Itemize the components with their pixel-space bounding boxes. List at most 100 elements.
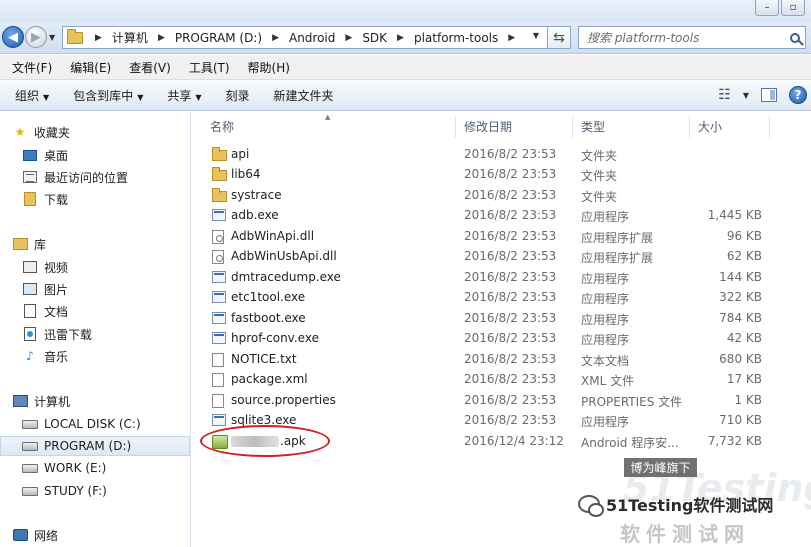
table-row[interactable]: .apk 2016/12/4 23:12 Android 程序安... 7,73… — [192, 432, 811, 452]
properties-file-icon — [212, 394, 224, 408]
menu-help[interactable]: 帮助(H) — [242, 59, 296, 76]
file-extension: .apk — [280, 434, 306, 448]
forward-button[interactable]: ▶ — [25, 26, 47, 48]
sidebar-item-desktop[interactable]: 桌面 — [0, 145, 190, 165]
table-row[interactable]: AdbWinApi.dll 2016/8/2 23:53 应用程序扩展 96 K… — [192, 227, 811, 247]
column-header-size[interactable]: 大小 — [698, 112, 722, 140]
xunlei-download-icon — [24, 327, 36, 341]
file-name: AdbWinApi.dll — [231, 229, 315, 243]
breadcrumb-sdk[interactable]: SDK — [358, 31, 391, 45]
column-header-type[interactable]: 类型 — [581, 112, 605, 140]
table-row[interactable]: dmtracedump.exe 2016/8/2 23:53 应用程序 144 … — [192, 268, 811, 288]
table-row[interactable]: api 2016/8/2 23:53 文件夹 — [192, 145, 811, 165]
file-size: 96 KB — [726, 229, 762, 243]
column-header-name[interactable]: 名称 — [210, 112, 234, 140]
table-row[interactable]: hprof-conv.exe 2016/8/2 23:53 应用程序 42 KB — [192, 329, 811, 349]
address-bar[interactable]: ▶ 计算机 ▶ PROGRAM (D:) ▶ Android ▶ SDK ▶ p… — [62, 26, 568, 49]
executable-icon — [212, 271, 226, 283]
file-type: 应用程序 — [581, 292, 630, 306]
breadcrumb-platform-tools[interactable]: platform-tools — [410, 31, 502, 45]
breadcrumb-separator-icon[interactable]: ▶ — [391, 33, 410, 43]
breadcrumb-separator-icon[interactable]: ▶ — [339, 33, 358, 43]
refresh-button[interactable]: ⇆ — [547, 26, 571, 49]
search-icon[interactable] — [785, 32, 805, 43]
watermark-text: 51Testing软件测试网 — [606, 496, 774, 515]
table-row[interactable]: source.properties 2016/8/2 23:53 PROPERT… — [192, 391, 811, 411]
sidebar-item-drive-f[interactable]: STUDY (F:) — [0, 481, 190, 501]
preview-pane-icon[interactable] — [761, 88, 777, 102]
sidebar-item-drive-c[interactable]: LOCAL DISK (C:) — [0, 414, 190, 434]
menu-view[interactable]: 查看(V) — [123, 59, 177, 76]
new-folder-button[interactable]: 新建文件夹 — [265, 87, 343, 104]
sidebar-item-pictures[interactable]: 图片 — [0, 279, 190, 299]
command-bar: 组织 ▼ 包含到库中 ▼ 共享 ▼ 刻录 新建文件夹 ☷ ▼ ? — [0, 81, 811, 111]
minimize-button[interactable]: – — [755, 0, 779, 16]
breadcrumb-separator-icon[interactable]: ▶ — [502, 33, 521, 43]
apk-icon — [212, 435, 228, 449]
back-button[interactable]: ◀ — [2, 26, 24, 48]
sidebar-item-downloads[interactable]: 下载 — [0, 189, 190, 209]
table-row[interactable]: package.xml 2016/8/2 23:53 XML 文件 17 KB — [192, 370, 811, 390]
table-row[interactable]: NOTICE.txt 2016/8/2 23:53 文本文档 680 KB — [192, 350, 811, 370]
organize-button[interactable]: 组织 ▼ — [6, 87, 58, 104]
sidebar-item-libraries[interactable]: 库 — [0, 234, 190, 254]
file-name: hprof-conv.exe — [231, 331, 319, 345]
sidebar-item-music[interactable]: ♪ 音乐 — [0, 346, 190, 366]
menu-file[interactable]: 文件(F) — [6, 59, 58, 76]
breadcrumb-computer[interactable]: 计算机 — [108, 29, 152, 46]
table-row[interactable]: lib64 2016/8/2 23:53 文件夹 — [192, 165, 811, 185]
breadcrumb-separator-icon[interactable]: ▶ — [152, 33, 171, 43]
table-row[interactable]: AdbWinUsbApi.dll 2016/8/2 23:53 应用程序扩展 6… — [192, 247, 811, 267]
column-divider[interactable] — [572, 116, 573, 138]
file-size: 710 KB — [719, 413, 762, 427]
sidebar-item-xunlei[interactable]: 迅雷下载 — [0, 324, 190, 344]
sidebar-item-drive-d[interactable]: PROGRAM (D:) — [0, 436, 190, 456]
column-divider[interactable] — [689, 116, 690, 138]
file-date: 2016/8/2 23:53 — [464, 413, 557, 427]
sidebar-item-videos[interactable]: 视频 — [0, 257, 190, 277]
sidebar-item-network[interactable]: 网络 — [0, 525, 190, 545]
file-size: 62 KB — [726, 249, 762, 263]
file-size: 42 KB — [726, 331, 762, 345]
table-row[interactable]: etc1tool.exe 2016/8/2 23:53 应用程序 322 KB — [192, 288, 811, 308]
column-header-date[interactable]: 修改日期 — [464, 112, 512, 140]
file-name: package.xml — [231, 372, 308, 386]
share-button[interactable]: 共享 ▼ — [158, 87, 210, 104]
include-in-library-button[interactable]: 包含到库中 ▼ — [64, 87, 152, 104]
search-input[interactable]: 搜索 platform-tools — [578, 26, 806, 49]
sidebar-item-label: PROGRAM (D:) — [44, 439, 132, 453]
view-options-icon[interactable]: ☷ — [718, 87, 731, 103]
help-icon[interactable]: ? — [789, 86, 807, 104]
drive-icon — [22, 419, 38, 429]
menu-edit[interactable]: 编辑(E) — [64, 59, 117, 76]
dll-icon — [212, 250, 224, 264]
library-icon — [12, 238, 28, 250]
table-row[interactable]: adb.exe 2016/8/2 23:53 应用程序 1,445 KB — [192, 206, 811, 226]
file-name: fastboot.exe — [231, 311, 306, 325]
breadcrumb-separator-icon[interactable]: ▶ — [89, 33, 108, 43]
table-row[interactable]: sqlite3.exe 2016/8/2 23:53 应用程序 710 KB — [192, 411, 811, 431]
table-row[interactable]: systrace 2016/8/2 23:53 文件夹 — [192, 186, 811, 206]
window-controls: – ▫ — [755, 0, 805, 16]
column-divider[interactable] — [455, 116, 456, 138]
burn-button[interactable]: 刻录 — [217, 87, 259, 104]
sidebar-item-drive-e[interactable]: WORK (E:) — [0, 458, 190, 478]
sidebar-item-computer[interactable]: 计算机 — [0, 391, 190, 411]
menu-tools[interactable]: 工具(T) — [183, 59, 236, 76]
breadcrumb-android[interactable]: Android — [285, 31, 339, 45]
sidebar-item-favorites[interactable]: ★ 收藏夹 — [0, 122, 190, 142]
table-row[interactable]: fastboot.exe 2016/8/2 23:53 应用程序 784 KB — [192, 309, 811, 329]
minimize-icon: – — [764, 2, 770, 13]
breadcrumb-program-drive[interactable]: PROGRAM (D:) — [171, 31, 266, 45]
sidebar-item-label: 库 — [34, 237, 47, 252]
view-dropdown-icon[interactable]: ▼ — [743, 91, 749, 100]
column-divider[interactable] — [769, 116, 770, 138]
sidebar-item-recent[interactable]: 最近访问的位置 — [0, 167, 190, 187]
recent-pages-dropdown[interactable]: ▼ — [49, 33, 55, 42]
star-icon: ★ — [14, 125, 26, 139]
sidebar-item-label: LOCAL DISK (C:) — [44, 417, 141, 431]
sidebar-item-documents[interactable]: 文档 — [0, 301, 190, 321]
maximize-button[interactable]: ▫ — [781, 0, 805, 16]
breadcrumb-separator-icon[interactable]: ▶ — [266, 33, 285, 43]
address-dropdown-icon[interactable]: ▼ — [533, 31, 539, 40]
